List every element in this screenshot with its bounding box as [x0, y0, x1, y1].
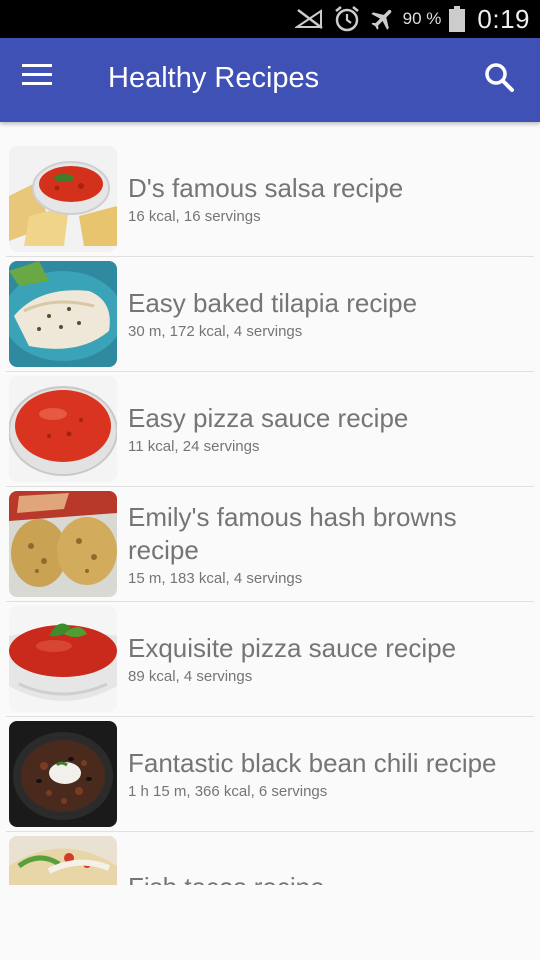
- recipe-thumbnail: [9, 146, 117, 252]
- status-time: 0:19: [477, 3, 530, 34]
- recipe-list: D's famous salsa recipe 16 kcal, 16 serv…: [0, 142, 540, 885]
- recipe-list-item[interactable]: Fish tacos recipe: [0, 832, 540, 885]
- recipe-name: Fish tacos recipe: [128, 871, 528, 886]
- airplane-mode-icon: [369, 5, 397, 33]
- recipe-list-item[interactable]: Easy pizza sauce recipe 11 kcal, 24 serv…: [0, 372, 540, 487]
- battery-percent: 90 %: [402, 9, 442, 28]
- recipe-list-item[interactable]: D's famous salsa recipe 16 kcal, 16 serv…: [0, 142, 540, 257]
- recipe-list-item[interactable]: Exquisite pizza sauce recipe 89 kcal, 4 …: [0, 602, 540, 717]
- recipe-thumbnail: [9, 261, 117, 367]
- recipe-list-item[interactable]: Fantastic black bean chili recipe 1 h 15…: [0, 717, 540, 832]
- recipe-name: Easy baked tilapia recipe: [128, 288, 418, 318]
- no-signal-icon: [294, 7, 325, 31]
- search-icon[interactable]: [484, 62, 524, 102]
- battery-icon: [449, 6, 466, 32]
- app-title: Healthy Recipes: [108, 62, 320, 94]
- alarm-icon: [333, 5, 361, 33]
- recipe-meta: 11 kcal, 24 servings: [128, 438, 260, 455]
- recipe-thumbnail: [9, 721, 117, 827]
- recipe-meta: 16 kcal, 16 servings: [128, 208, 261, 225]
- recipe-meta: 15 m, 183 kcal, 4 servings: [128, 569, 303, 587]
- hamburger-menu-icon[interactable]: [22, 64, 62, 96]
- recipe-thumbnail: [9, 376, 117, 482]
- recipe-thumbnail: [9, 491, 117, 597]
- recipe-meta: 30 m, 172 kcal, 4 servings: [128, 323, 303, 340]
- recipe-thumbnail: [9, 606, 117, 712]
- recipe-name: Easy pizza sauce recipe: [128, 403, 409, 433]
- recipe-list-item[interactable]: Emily's famous hash browns recipe 15 m, …: [0, 487, 540, 602]
- recipe-meta: 1 h 15 m, 366 kcal, 6 servings: [128, 783, 328, 800]
- recipe-name: Fantastic black bean chili recipe: [128, 748, 497, 778]
- app-bar: Healthy Recipes: [0, 38, 540, 122]
- recipe-name: Exquisite pizza sauce recipe: [128, 633, 457, 663]
- recipe-name: D's famous salsa recipe: [128, 173, 404, 203]
- status-bar: 90 % 0:19: [0, 0, 540, 38]
- recipe-thumbnail: [9, 836, 117, 885]
- recipe-meta: 89 kcal, 4 servings: [128, 668, 253, 685]
- recipe-list-item[interactable]: Easy baked tilapia recipe 30 m, 172 kcal…: [0, 257, 540, 372]
- recipe-name: Emily's famous hash browns recipe: [128, 501, 457, 565]
